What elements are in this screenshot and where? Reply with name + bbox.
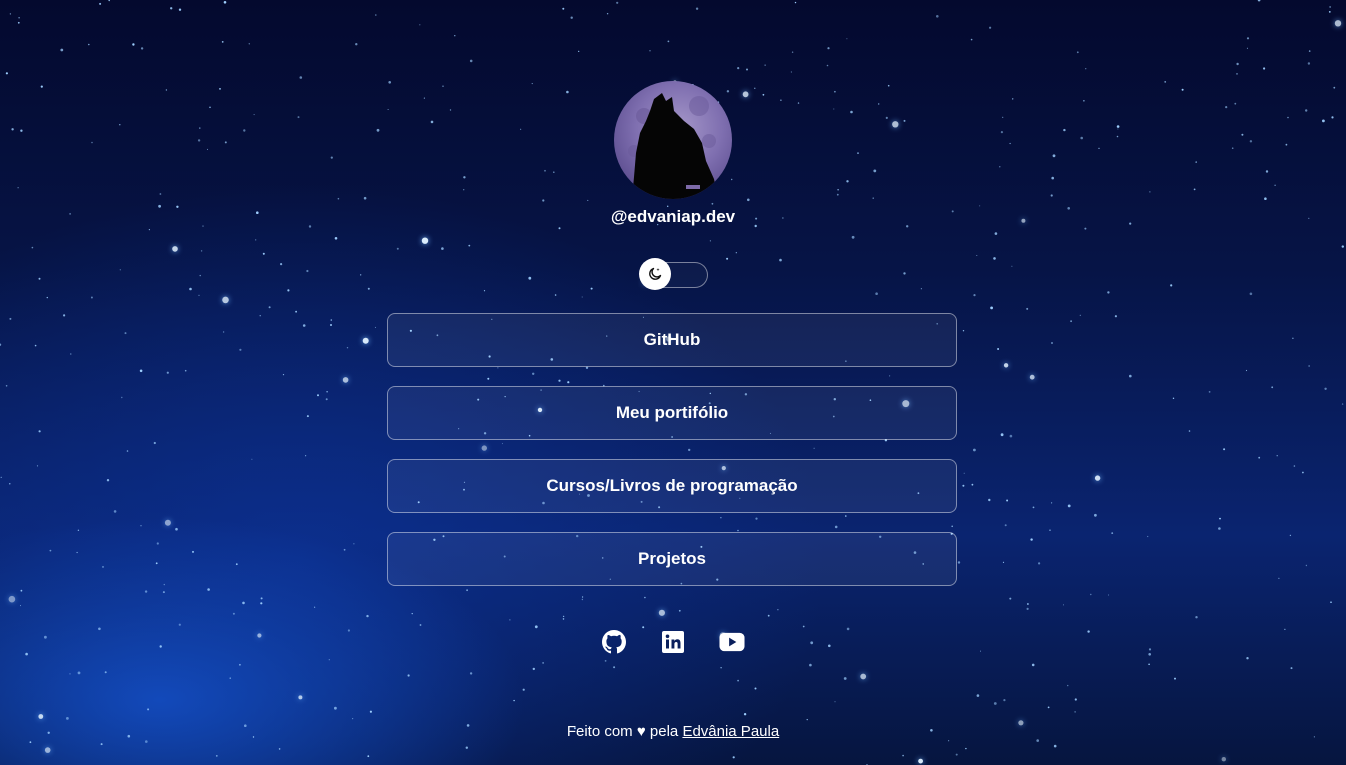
social-linkedin[interactable] <box>660 628 686 656</box>
footer-text: Feito com ♥ pela <box>566 723 679 740</box>
github-icon <box>602 630 626 654</box>
link-github[interactable]: GitHub <box>387 313 957 367</box>
footer: Feito com ♥ pela Edvânia Paula <box>0 723 1346 740</box>
link-courses-books[interactable]: Cursos/Livros de programação <box>387 459 957 513</box>
linkedin-icon <box>662 631 684 653</box>
profile-handle: @edvaniap.dev <box>610 207 736 226</box>
avatar <box>614 81 732 199</box>
link-portfolio[interactable]: Meu portifólio <box>387 386 957 440</box>
social-links <box>0 628 1346 656</box>
social-github[interactable] <box>601 628 627 656</box>
moon-stars-icon <box>649 267 662 280</box>
theme-toggle[interactable] <box>639 258 708 290</box>
social-youtube[interactable] <box>719 628 745 656</box>
link-projects[interactable]: Projetos <box>387 532 957 586</box>
author-link[interactable]: Edvânia Paula <box>682 723 779 740</box>
youtube-icon <box>719 632 745 652</box>
page: @edvaniap.dev GitHub Meu portifólio Curs… <box>0 0 1346 765</box>
toggle-knob[interactable] <box>639 258 671 290</box>
